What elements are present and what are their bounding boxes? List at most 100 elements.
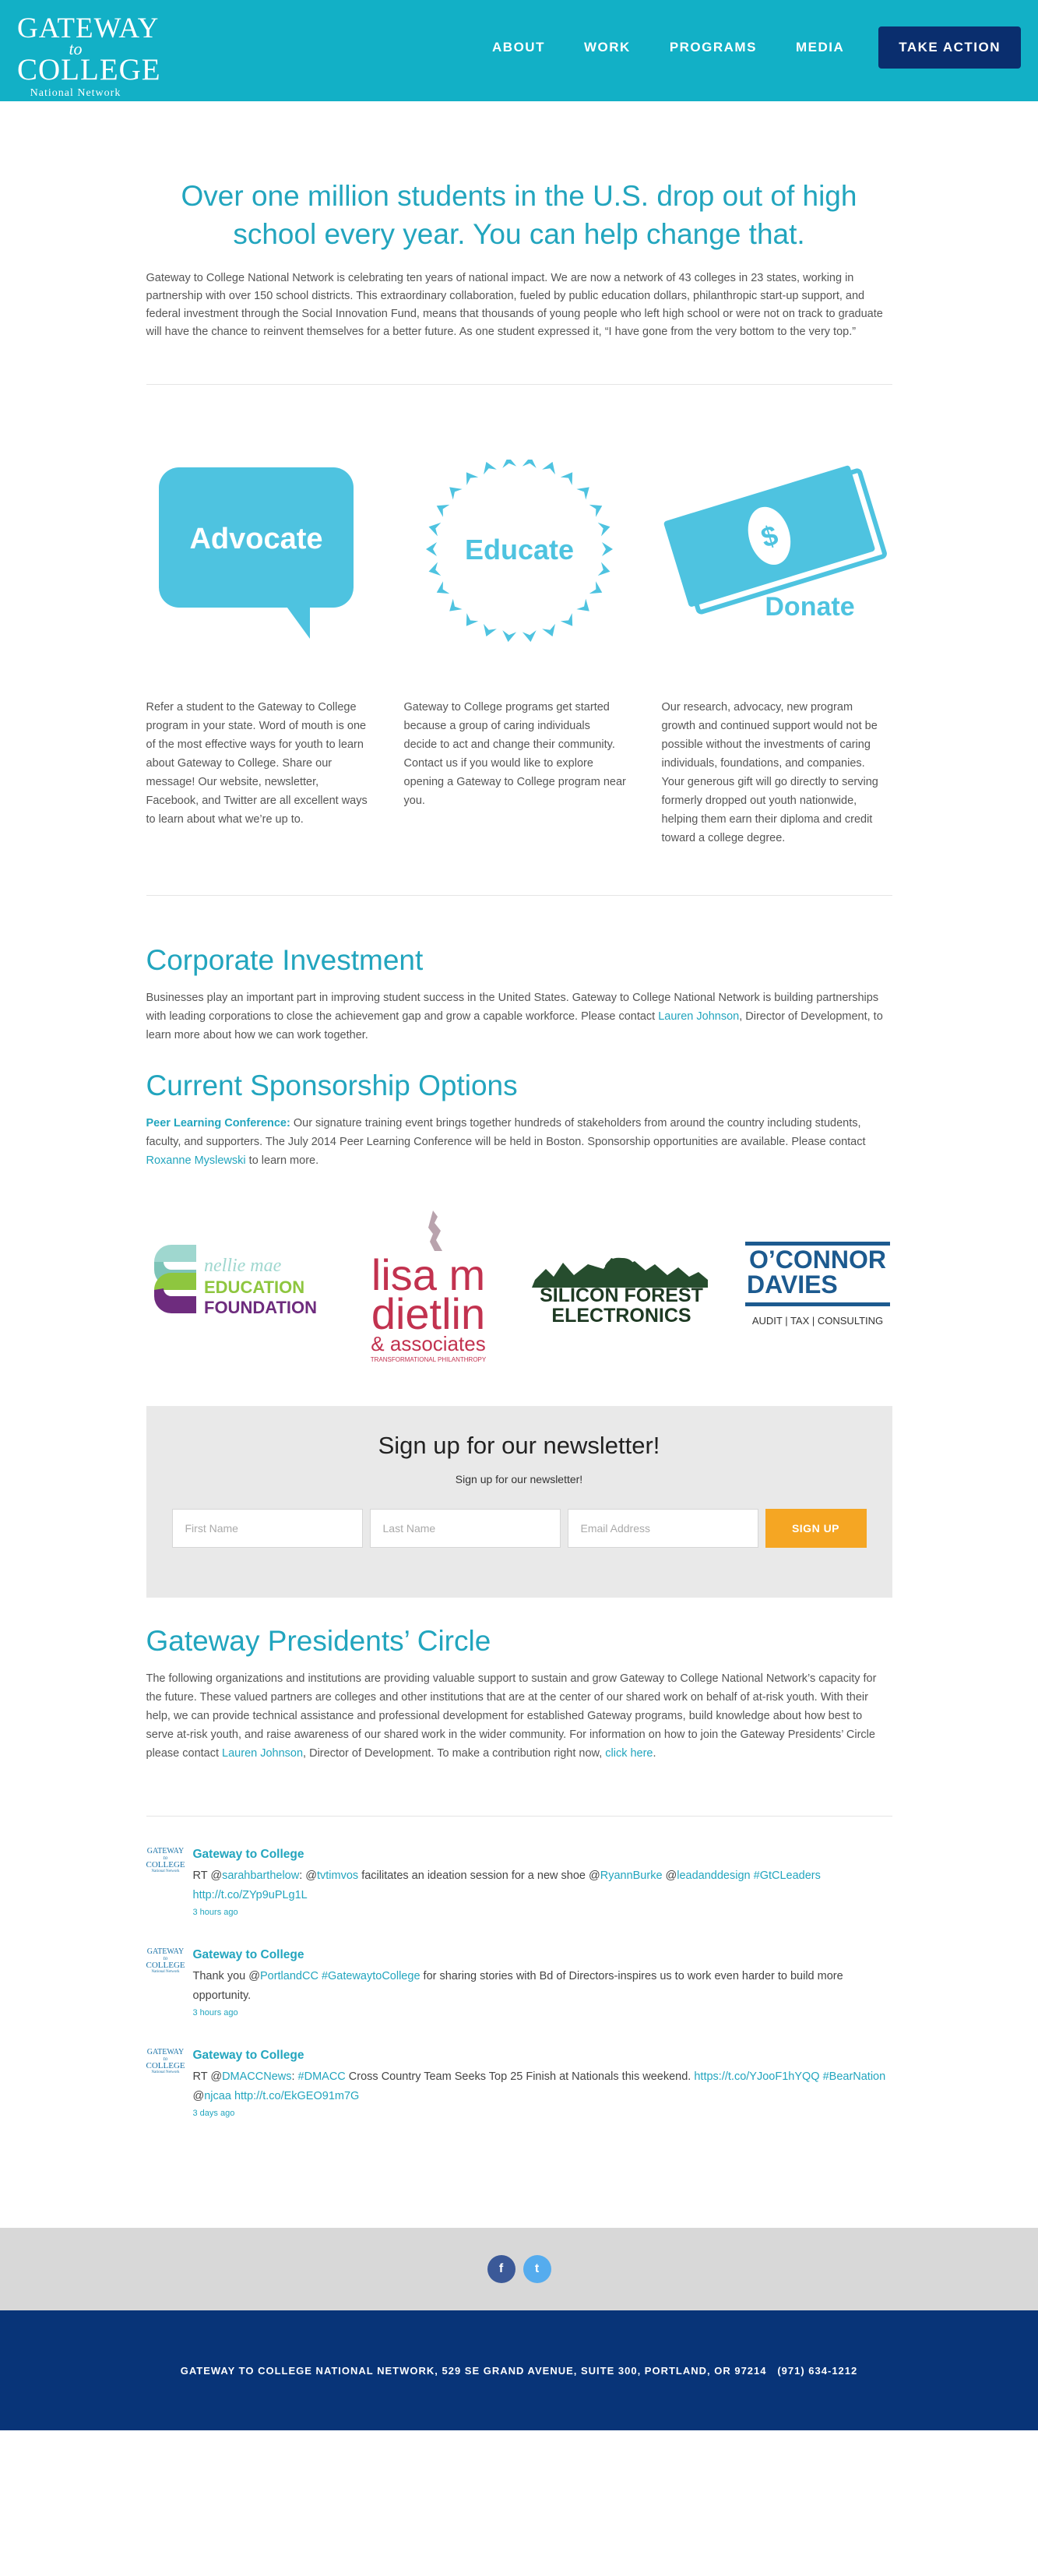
tweet-avatar: GATEWAY to COLLEGE National Network [146, 1948, 185, 1984]
nellie-education-text: EDUCATION [204, 1277, 304, 1297]
donate-label: Donate [765, 592, 854, 622]
tweet-time[interactable]: 3 days ago [193, 2109, 892, 2118]
arrow-mark [575, 487, 589, 500]
email-input[interactable] [567, 1509, 758, 1548]
associates-text: & associates [371, 1332, 485, 1355]
tweet-time[interactable]: 3 hours ago [193, 1908, 892, 1917]
tweet-link[interactable]: sarahbarthelow [222, 1869, 299, 1882]
intro-title: Over one million students in the U.S. dr… [181, 180, 857, 250]
click-here-link[interactable]: click here [605, 1747, 653, 1760]
arrow-mark [449, 598, 463, 611]
arrow-mark [597, 562, 610, 576]
presidents-text-c: . [653, 1747, 656, 1760]
nav-programs[interactable]: PROGRAMS [670, 40, 757, 55]
lauren-johnson-link-2[interactable]: Lauren Johnson [222, 1747, 303, 1760]
lauren-johnson-link[interactable]: Lauren Johnson [658, 1010, 739, 1023]
silicon-forest-text: SILICON FOREST [540, 1284, 703, 1306]
donate-text: Our research, advocacy, new program grow… [661, 701, 878, 844]
transformational-text: TRANSFORMATIONAL PHILANTHROPY [371, 1356, 487, 1363]
peer-learning-conference-link[interactable]: Peer Learning Conference: [146, 1117, 290, 1129]
educate-text: Gateway to College programs get started … [403, 701, 626, 807]
tweet-link[interactable]: #GatewaytoCollege [322, 1970, 420, 1982]
tweet-author[interactable]: Gateway to College [193, 1848, 304, 1861]
sponsorship-title: Current Sponsorship Options [146, 1070, 518, 1101]
tweet-text-part: @ [662, 1869, 677, 1882]
divider [146, 384, 892, 385]
avatar-network: National Network [151, 2070, 180, 2074]
twitter-icon[interactable]: t [523, 2255, 551, 2283]
tweet-author[interactable]: Gateway to College [193, 1948, 304, 1961]
tweet-text: RT @DMACCNews: #DMACC Cross Country Team… [193, 2067, 892, 2106]
site-header: GATEWAY to COLLEGE National Network ABOU… [0, 0, 1038, 101]
nav-work[interactable]: WORK [584, 40, 631, 55]
tweet-link[interactable]: RyannBurke [600, 1869, 663, 1882]
advocate-speech-bubble-icon: Advocate [146, 460, 377, 685]
arrow-mark [466, 472, 478, 485]
tweet-text-part: Thank you @ [192, 1970, 260, 1982]
arrow-mark [449, 487, 463, 500]
site-logo[interactable]: GATEWAY to COLLEGE National Network [17, 14, 161, 100]
corporate-investment-section: Corporate Investment Businesses play an … [146, 944, 892, 1045]
pillar-donate: $ Donate Our research, advocacy, new pro… [662, 460, 892, 848]
avatar-college: COLLEGE [146, 1860, 185, 1869]
arrow-mark [483, 461, 497, 475]
nav-media[interactable]: MEDIA [796, 40, 844, 55]
avatar-college: COLLEGE [146, 1961, 185, 1970]
sign-up-button[interactable]: SIGN UP [765, 1509, 867, 1548]
tweet-link[interactable]: leadanddesign [677, 1869, 750, 1882]
silicon-forest-logo[interactable]: SILICON FOREST ELECTRONICS [531, 1242, 711, 1328]
tweet-link[interactable]: #DMACC [298, 2070, 346, 2083]
arrow-mark [466, 613, 478, 626]
tweet-text-part: : [291, 2070, 298, 2083]
lisa-dietlin-logo[interactable]: lisa m dietlin & associates TRANSFORMATI… [358, 1207, 498, 1363]
oconnor-davies-logo[interactable]: O’CONNOR DAVIES AUDIT | TAX | CONSULTING [744, 1239, 892, 1332]
tweet-text: RT @sarahbarthelow: @tvtimvos facilitate… [193, 1866, 892, 1905]
footer-address: GATEWAY TO COLLEGE NATIONAL NETWORK, 529… [180, 2364, 858, 2377]
tweet-link[interactable]: PortlandCC [260, 1970, 318, 1982]
presidents-circle-section: Gateway Presidents’ Circle The following… [146, 1625, 892, 1763]
tweet-link[interactable]: https://t.co/YJooF1hYQQ [694, 2070, 819, 2083]
nav-about[interactable]: ABOUT [492, 40, 545, 55]
tweet-author[interactable]: Gateway to College [193, 2049, 304, 2062]
arrow-mark [589, 581, 602, 594]
arrow-mark [560, 613, 572, 626]
roxanne-myslewski-link[interactable]: Roxanne Myslewski [146, 1154, 246, 1167]
take-action-button[interactable]: TAKE ACTION [878, 26, 1021, 69]
tweet-time[interactable]: 3 hours ago [193, 2008, 892, 2017]
tweet-link[interactable]: #GtCLeaders [754, 1869, 821, 1882]
tweet-text-part: @ [192, 2090, 205, 2102]
tweet-link[interactable]: #BearNation [823, 2070, 886, 2083]
divider [146, 1816, 892, 1817]
tweet-link[interactable]: http://t.co/EkGEO91m7G [234, 2090, 359, 2102]
tweet-avatar: GATEWAY to COLLEGE National Network [146, 2049, 185, 2084]
tweet-link[interactable]: DMACCNews [222, 2070, 291, 2083]
logo-line-network: National Network [30, 87, 121, 99]
newsletter-form: SIGN UP [146, 1509, 892, 1548]
tweet-item: GATEWAY to COLLEGE National Network Gateway… [146, 2049, 892, 2119]
nellie-mae-text: nellie mae [204, 1256, 282, 1276]
educate-label: Educate [464, 534, 573, 566]
arrow-mark [522, 630, 537, 643]
facebook-icon[interactable]: f [487, 2255, 515, 2283]
pillars-section: Advocate Refer a student to the Gateway … [146, 456, 892, 848]
nellie-foundation-text: FOUNDATION [204, 1298, 317, 1317]
tweet-link[interactable]: njcaa [204, 2090, 231, 2102]
tweet-item: GATEWAY to COLLEGE National Network Gateway… [146, 1948, 892, 2018]
logo-line-college: COLLEGE [17, 53, 161, 86]
last-name-input[interactable] [369, 1509, 561, 1548]
pillar-educate: Educate Gateway to College programs get … [403, 456, 635, 848]
sponsor-logos: nellie mae EDUCATION FOUNDATION lisa m d… [146, 1207, 892, 1363]
tweet-link[interactable]: tvtimvos [317, 1869, 358, 1882]
sponsorship-text-b: to learn more. [245, 1154, 319, 1167]
avatar-college: COLLEGE [146, 2061, 185, 2070]
presidents-text: The following organizations and institut… [146, 1669, 892, 1763]
first-name-input[interactable] [171, 1509, 363, 1548]
tweet-text-part: Cross Country Team Seeks Top 25 Finish a… [345, 2070, 695, 2083]
presidents-text-b: , Director of Development. To make a con… [303, 1747, 606, 1760]
newsletter-subtitle: Sign up for our newsletter! [455, 1473, 583, 1485]
arrow-mark [601, 542, 613, 556]
tweet-link[interactable]: http://t.co/ZYp9uPLg1L [193, 1889, 308, 1901]
nellie-mae-logo[interactable]: nellie mae EDUCATION FOUNDATION [146, 1239, 325, 1332]
main-content: Over one million students in the U.S. dr… [146, 177, 892, 2118]
arrow-mark [575, 598, 589, 611]
